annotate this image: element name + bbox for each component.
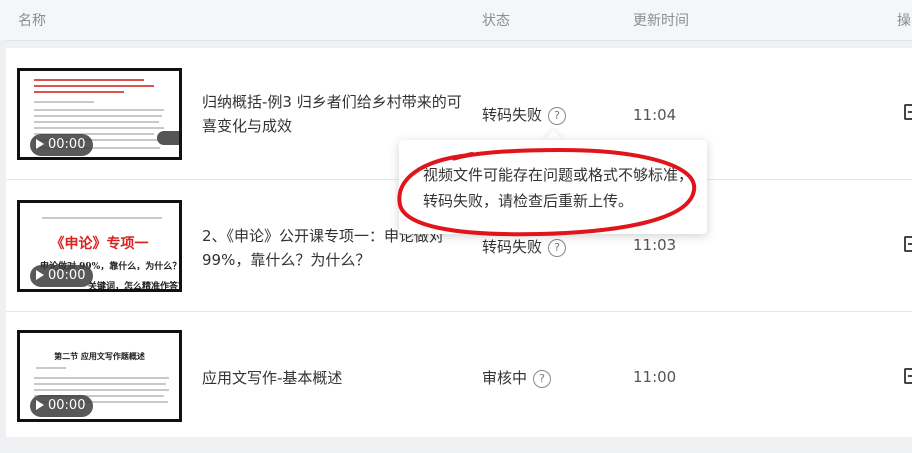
status-cell: 转码失败? xyxy=(482,104,567,125)
thumb-text-line xyxy=(34,127,164,129)
thumb-heading: 《申论》专项一 xyxy=(50,236,149,252)
status-cell: 审核中? xyxy=(482,367,552,388)
thumb-text-line xyxy=(42,217,162,219)
video-title[interactable]: 归纳概括-例3 归乡者们给乡村带来的可喜变化与成效 xyxy=(202,90,470,138)
duration-text: 00:00 xyxy=(48,398,86,413)
thumb-text-line xyxy=(34,109,164,111)
status-tooltip: 视频文件可能存在问题或格式不够标准， 转码失败，请检查后重新上传。 xyxy=(399,140,707,234)
thumb-line: 关键词，怎么精准作答？ xyxy=(88,282,182,292)
video-thumbnail[interactable]: 00:00 xyxy=(17,68,182,160)
thumb-text-line xyxy=(34,79,144,81)
duration-text: 00:00 xyxy=(48,137,86,152)
play-duration-badge[interactable]: 00:00 xyxy=(30,265,94,287)
edit-icon[interactable] xyxy=(904,368,912,384)
thumb-text-line xyxy=(34,115,162,117)
status-cell: 转码失败? xyxy=(482,236,567,257)
video-thumbnail[interactable]: 第二节 应用文写作题概述 00:00 xyxy=(17,330,182,422)
thumb-text-line xyxy=(34,101,94,103)
play-duration-badge[interactable]: 00:00 xyxy=(30,134,94,156)
thumb-text-line xyxy=(34,389,169,391)
thumb-text-line xyxy=(34,377,169,379)
thumb-text-line xyxy=(34,91,124,93)
thumb-text-line xyxy=(34,121,159,123)
play-duration-badge[interactable]: 00:00 xyxy=(30,395,94,417)
header-name: 名称 xyxy=(18,13,46,29)
tooltip-line-1: 视频文件可能存在问题或格式不够标准， xyxy=(423,166,694,184)
thumb-text-line xyxy=(36,367,66,369)
help-icon[interactable]: ? xyxy=(548,107,567,125)
header-operations: 操 xyxy=(897,13,911,29)
video-thumbnail[interactable]: 《申论》专项一 申论做对 99%，靠什么，为什么？ 关键词，怎么精准作答？ 00… xyxy=(17,200,182,292)
table-row: 第二节 应用文写作题概述 00:00 应用文写作-基本概述 审核中? 11:00 xyxy=(6,312,912,438)
header-updated-time: 更新时间 xyxy=(633,13,689,29)
edit-icon[interactable] xyxy=(904,236,912,252)
edit-icon[interactable] xyxy=(904,104,912,120)
table-header: 名称 状态 更新时间 操 xyxy=(0,0,912,41)
tooltip-line-2: 转码失败，请检查后重新上传。 xyxy=(423,192,634,210)
play-icon xyxy=(36,400,44,410)
play-icon xyxy=(36,139,44,149)
play-icon xyxy=(36,270,44,280)
help-icon[interactable]: ? xyxy=(533,370,552,388)
status-text: 审核中 xyxy=(482,369,528,387)
thumbnail-scroll-knob xyxy=(157,131,179,145)
status-text: 转码失败 xyxy=(482,238,543,256)
updated-time: 11:04 xyxy=(633,106,677,124)
duration-text: 00:00 xyxy=(48,268,86,283)
status-text: 转码失败 xyxy=(482,106,543,124)
thumb-text-line xyxy=(34,383,166,385)
table-footer-gap xyxy=(0,437,912,453)
video-title[interactable]: 应用文写作-基本概述 xyxy=(202,366,470,390)
help-icon[interactable]: ? xyxy=(548,239,567,257)
header-status: 状态 xyxy=(482,13,510,29)
updated-time: 11:00 xyxy=(633,368,677,386)
thumb-doc-title: 第二节 应用文写作题概述 xyxy=(54,351,145,361)
thumb-text-line xyxy=(34,85,154,87)
updated-time: 11:03 xyxy=(633,236,677,254)
